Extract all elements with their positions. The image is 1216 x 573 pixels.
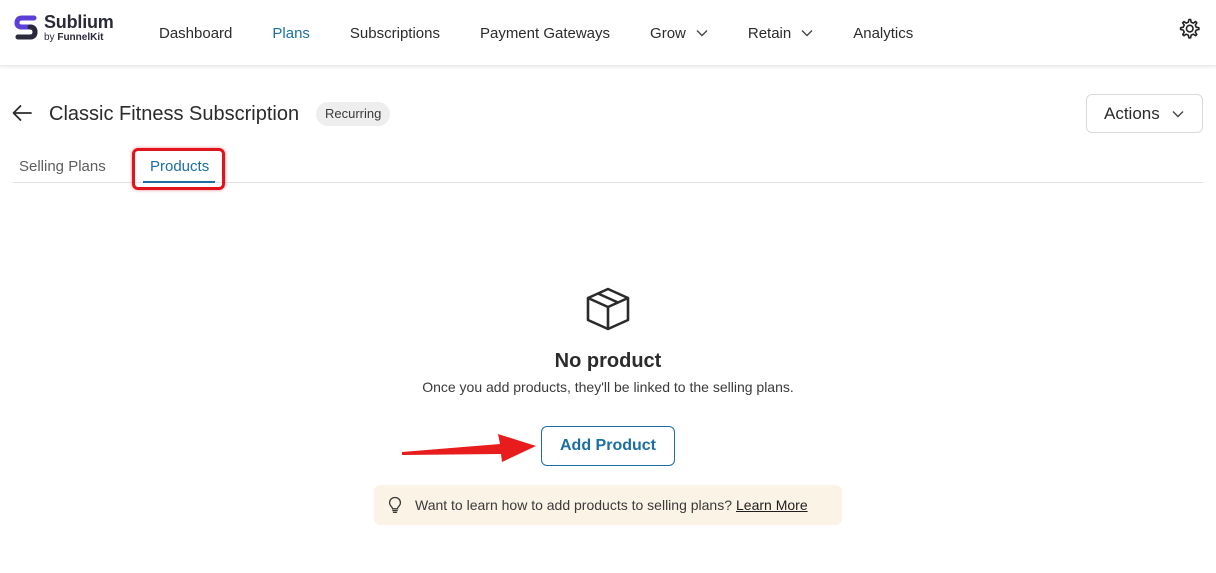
- empty-state-description: Once you add products, they'll be linked…: [422, 379, 794, 395]
- page-title: Classic Fitness Subscription: [49, 103, 300, 125]
- nav-item-subscriptions[interactable]: Subscriptions: [350, 25, 440, 42]
- annotation-arrow-icon: [402, 434, 536, 462]
- settings-gear-icon[interactable]: [1177, 17, 1201, 41]
- help-hint-banner: Want to learn how to add products to sel…: [374, 485, 842, 525]
- sublium-logo-icon: [14, 15, 38, 40]
- sublium-logo[interactable]: Sublium by FunnelKit: [14, 13, 114, 43]
- learn-more-link[interactable]: Learn More: [736, 497, 808, 513]
- tab-bar: Selling Plans Products: [13, 150, 1203, 183]
- tab-selling-plans[interactable]: Selling Plans: [19, 158, 106, 175]
- nav-item-payment-gateways[interactable]: Payment Gateways: [480, 25, 610, 42]
- actions-label: Actions: [1104, 103, 1160, 123]
- package-box-icon: [586, 287, 630, 331]
- chevron-down-icon: [696, 30, 708, 37]
- nav-item-dashboard[interactable]: Dashboard: [159, 25, 232, 42]
- nav-item-plans[interactable]: Plans: [272, 25, 310, 42]
- brand-name: Sublium: [44, 12, 114, 32]
- actions-dropdown-button[interactable]: Actions: [1086, 94, 1203, 133]
- hint-text: Want to learn how to add products to sel…: [415, 497, 733, 513]
- nav-item-analytics[interactable]: Analytics: [853, 25, 913, 42]
- brand-subtitle: by FunnelKit: [44, 32, 104, 43]
- nav-item-grow[interactable]: Grow: [650, 25, 708, 42]
- tab-products[interactable]: Products: [150, 158, 209, 175]
- add-product-button[interactable]: Add Product: [541, 426, 675, 466]
- active-tab-indicator: [143, 181, 215, 183]
- chevron-down-icon: [801, 30, 813, 37]
- lightbulb-icon: [388, 496, 402, 514]
- back-arrow-icon[interactable]: [11, 102, 33, 124]
- nav-item-retain[interactable]: Retain: [748, 25, 813, 42]
- status-badge: Recurring: [316, 102, 391, 126]
- chevron-down-icon: [1172, 110, 1184, 117]
- main-nav: Dashboard Plans Subscriptions Payment Ga…: [159, 0, 953, 66]
- top-navigation-bar: Sublium by FunnelKit Dashboard Plans Sub…: [0, 0, 1216, 66]
- empty-state-title: No product: [554, 350, 662, 372]
